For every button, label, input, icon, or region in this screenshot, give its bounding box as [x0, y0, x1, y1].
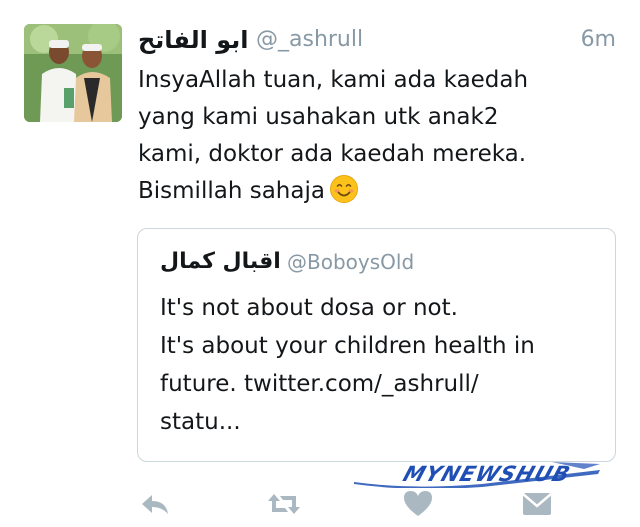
tweet-header: ابو الفاتح @_ashrull 6m	[138, 24, 618, 56]
quoted-text-line: statu...	[160, 409, 241, 435]
display-name[interactable]: ابو الفاتح	[138, 24, 248, 56]
user-handle[interactable]: @_ashrull	[256, 24, 363, 56]
reply-button[interactable]	[137, 488, 173, 520]
quoted-display-name[interactable]: اقبال كمال	[160, 247, 281, 277]
direct-message-button[interactable]	[519, 488, 555, 520]
quoted-tweet[interactable]: اقبال كمال @BoboysOld It's not about dos…	[137, 228, 616, 462]
tweet-text-line: yang kami usahakan utk anak2	[138, 104, 499, 130]
retweet-button[interactable]	[266, 488, 302, 520]
like-button[interactable]	[400, 488, 436, 520]
timestamp[interactable]: 6m	[581, 24, 616, 56]
quoted-tweet-text: It's not about dosa or not. It's about y…	[160, 289, 600, 441]
direct-message-icon	[522, 493, 552, 515]
quoted-text-line: It's about your children health in	[160, 333, 535, 359]
tweet[interactable]: ابو الفاتح @_ashrull 6m InsyaAllah tuan,…	[0, 0, 640, 527]
like-heart-icon	[404, 491, 432, 516]
avatar-photo	[24, 24, 122, 122]
tweet-text-line: kami, doktor ada kaedah mereka.	[138, 141, 527, 167]
reply-icon	[142, 495, 168, 514]
tweet-actions	[0, 480, 640, 527]
avatar[interactable]	[24, 24, 122, 122]
tweet-text-line: InsyaAllah tuan, kami ada kaedah	[138, 67, 529, 93]
quoted-text-line: It's not about dosa or not.	[160, 295, 458, 321]
retweet-icon	[268, 494, 300, 514]
quoted-user-handle[interactable]: @BoboysOld	[287, 247, 414, 277]
quoted-text-line: future. twitter.com/_ashrull/	[160, 371, 479, 397]
quoted-tweet-header: اقبال كمال @BoboysOld	[160, 247, 600, 277]
tweet-text: InsyaAllah tuan, kami ada kaedah yang ka…	[138, 62, 608, 210]
smiling-face-emoji-icon	[329, 175, 358, 203]
tweet-text-line-content: Bismillah sahaja	[138, 178, 325, 204]
tweet-text-line: Bismillah sahaja	[138, 173, 608, 210]
